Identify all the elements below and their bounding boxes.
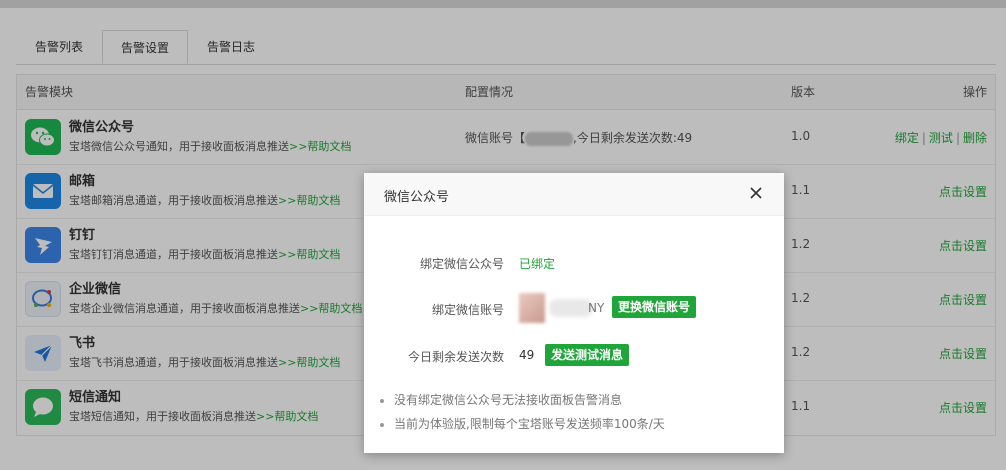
- wechat-modal: 微信公众号 绑定微信公众号 已绑定 绑定微信账号 NY 更换微信账号 今日剩余发…: [364, 173, 784, 453]
- bind-status-value: 已绑定: [519, 257, 556, 271]
- close-icon[interactable]: [746, 183, 766, 203]
- redacted-account-name: [548, 299, 593, 317]
- account-label: 绑定微信账号: [431, 303, 504, 317]
- bind-status-label: 绑定微信公众号: [419, 257, 504, 271]
- remaining-value: 49: [519, 348, 535, 362]
- modal-header: 微信公众号: [364, 173, 784, 216]
- tip-item: 当前为体验版,限制每个宝塔账号发送频率100条/天: [380, 415, 665, 432]
- modal-title: 微信公众号: [384, 190, 450, 205]
- tip-text: 没有绑定微信公众号无法接收面板告警消息: [394, 393, 623, 407]
- change-account-button[interactable]: 更换微信账号: [612, 296, 697, 318]
- tip-item: 没有绑定微信公众号无法接收面板告警消息: [380, 391, 622, 408]
- account-avatar: [519, 293, 593, 326]
- account-suffix: NY: [588, 301, 605, 315]
- avatar: [519, 293, 545, 323]
- tip-text: 当前为体验版,限制每个宝塔账号发送频率100条/天: [394, 417, 665, 431]
- send-test-button[interactable]: 发送测试消息: [545, 344, 630, 366]
- remaining-label: 今日剩余发送次数: [407, 350, 504, 364]
